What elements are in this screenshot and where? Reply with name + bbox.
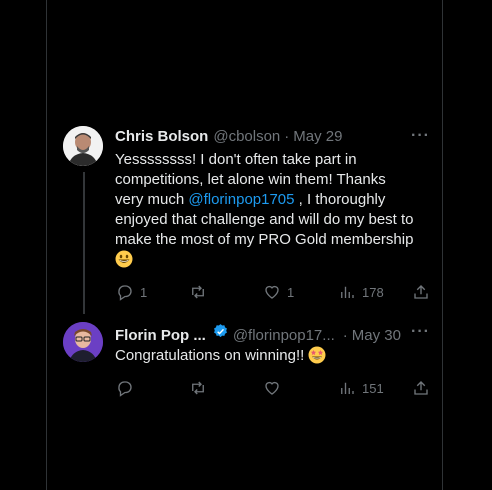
reply-icon	[118, 381, 132, 397]
tweet-text-line: competitions, let alone win them! Thanks	[115, 171, 386, 188]
heart-icon	[265, 381, 279, 395]
like-count: 1	[287, 284, 295, 300]
share-button[interactable]	[412, 378, 430, 398]
tweet-text: Yessssssss! I don't often take part in c…	[115, 150, 435, 270]
display-name[interactable]: Chris Bolson	[115, 127, 208, 147]
share-button[interactable]	[412, 282, 430, 302]
tweet-date[interactable]: May 30	[352, 326, 401, 346]
share-icon	[414, 381, 428, 395]
grinning-face-emoji	[115, 250, 133, 268]
retweet-button[interactable]	[189, 378, 207, 398]
mention-link[interactable]: @florinpop1705	[188, 191, 294, 208]
heart-icon	[265, 285, 279, 299]
tweet-text-line: Congratulations on winning!!	[115, 347, 309, 364]
avatar-chris-bolson[interactable]	[63, 126, 103, 166]
handle[interactable]: @cbolson	[213, 127, 280, 147]
more-options-icon[interactable]: ···	[411, 128, 430, 144]
avatar-image	[63, 322, 103, 362]
retweet-icon	[192, 381, 204, 395]
like-button[interactable]	[263, 378, 281, 398]
tweet-text-segment: very much	[115, 191, 189, 208]
tweet-text-segment: , I thoroughly	[294, 191, 386, 208]
view-count: 151	[362, 380, 384, 396]
more-options-icon[interactable]: ···	[411, 324, 430, 340]
tweet-text-line: very much @florinpop1705 , I thoroughly	[115, 190, 435, 210]
tweet-text-line: enjoyed that challenge and will do my be…	[115, 211, 414, 228]
views-icon	[341, 382, 354, 394]
tweet-text: Congratulations on winning!!	[115, 346, 435, 366]
separator-dot: ·	[284, 128, 290, 145]
reply-button[interactable]	[116, 378, 134, 398]
thread-connector-line	[83, 172, 85, 314]
reply-count: 1	[140, 284, 148, 300]
handle[interactable]: @florinpop17...	[233, 326, 335, 346]
view-count: 178	[362, 284, 384, 300]
tweet-text-line: Yessssssss! I don't often take part in	[115, 151, 357, 168]
tweet-header: Florin Pop ... @florinpop17... · May 30	[115, 323, 401, 346]
retweet-button[interactable]	[189, 282, 207, 302]
reply-button[interactable]: 1	[116, 282, 147, 302]
views-icon	[341, 286, 354, 298]
star-struck-emoji	[308, 346, 326, 364]
display-name[interactable]: Florin Pop ...	[115, 326, 206, 346]
like-button[interactable]: 1	[263, 282, 294, 302]
views-button[interactable]: 151	[338, 378, 384, 398]
share-icon	[414, 285, 428, 299]
tweet-text-line	[115, 250, 435, 270]
tweet-text-line: make the most of my PRO Gold membership	[115, 231, 414, 248]
verified-badge-icon[interactable]	[212, 323, 229, 340]
views-button[interactable]: 178	[338, 282, 384, 302]
avatar-florin-pop[interactable]	[63, 322, 103, 362]
separator-dot: ·	[342, 327, 348, 344]
retweet-icon	[192, 285, 204, 299]
tweet-header: Chris Bolson @cbolson · May 29	[115, 127, 342, 147]
tweet-date[interactable]: May 29	[293, 127, 342, 147]
avatar-image	[63, 126, 103, 166]
reply-icon	[118, 285, 132, 301]
